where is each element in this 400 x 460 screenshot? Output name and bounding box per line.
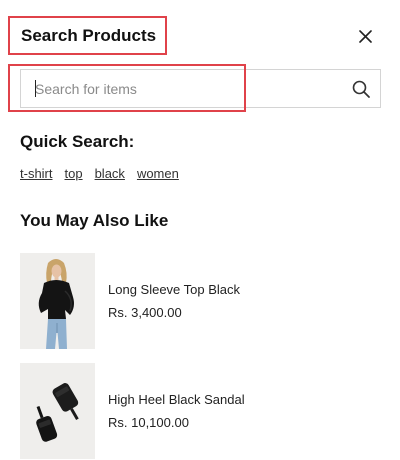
product-info: Long Sleeve Top Black Rs. 3,400.00 xyxy=(108,253,240,349)
product-card[interactable]: Long Sleeve Top Black Rs. 3,400.00 xyxy=(20,253,380,349)
recommendations-title: You May Also Like xyxy=(20,211,169,230)
close-button[interactable] xyxy=(354,25,376,47)
quick-link-women[interactable]: women xyxy=(137,166,179,181)
quick-search-title: Quick Search: xyxy=(20,132,135,151)
quick-search-links: t-shirt top black women xyxy=(20,166,179,181)
sandal-illustration xyxy=(20,363,95,459)
search-input[interactable] xyxy=(35,70,335,107)
product-info: High Heel Black Sandal Rs. 10,100.00 xyxy=(108,363,245,459)
product-card[interactable]: High Heel Black Sandal Rs. 10,100.00 xyxy=(20,363,380,459)
quick-link-top[interactable]: top xyxy=(65,166,83,181)
product-price: Rs. 3,400.00 xyxy=(108,305,182,320)
page-title: Search Products xyxy=(8,16,167,55)
close-icon[interactable] xyxy=(358,29,372,43)
quick-link-tshirt[interactable]: t-shirt xyxy=(20,166,53,181)
product-name[interactable]: Long Sleeve Top Black xyxy=(108,282,240,297)
product-name[interactable]: High Heel Black Sandal xyxy=(108,392,245,407)
text-cursor xyxy=(35,80,36,97)
search-icon[interactable] xyxy=(351,79,371,99)
quick-link-black[interactable]: black xyxy=(95,166,125,181)
product-image[interactable] xyxy=(20,363,95,459)
product-image[interactable] xyxy=(20,253,95,349)
search-box xyxy=(20,69,381,108)
product-price: Rs. 10,100.00 xyxy=(108,415,189,430)
model-illustration xyxy=(20,253,95,349)
